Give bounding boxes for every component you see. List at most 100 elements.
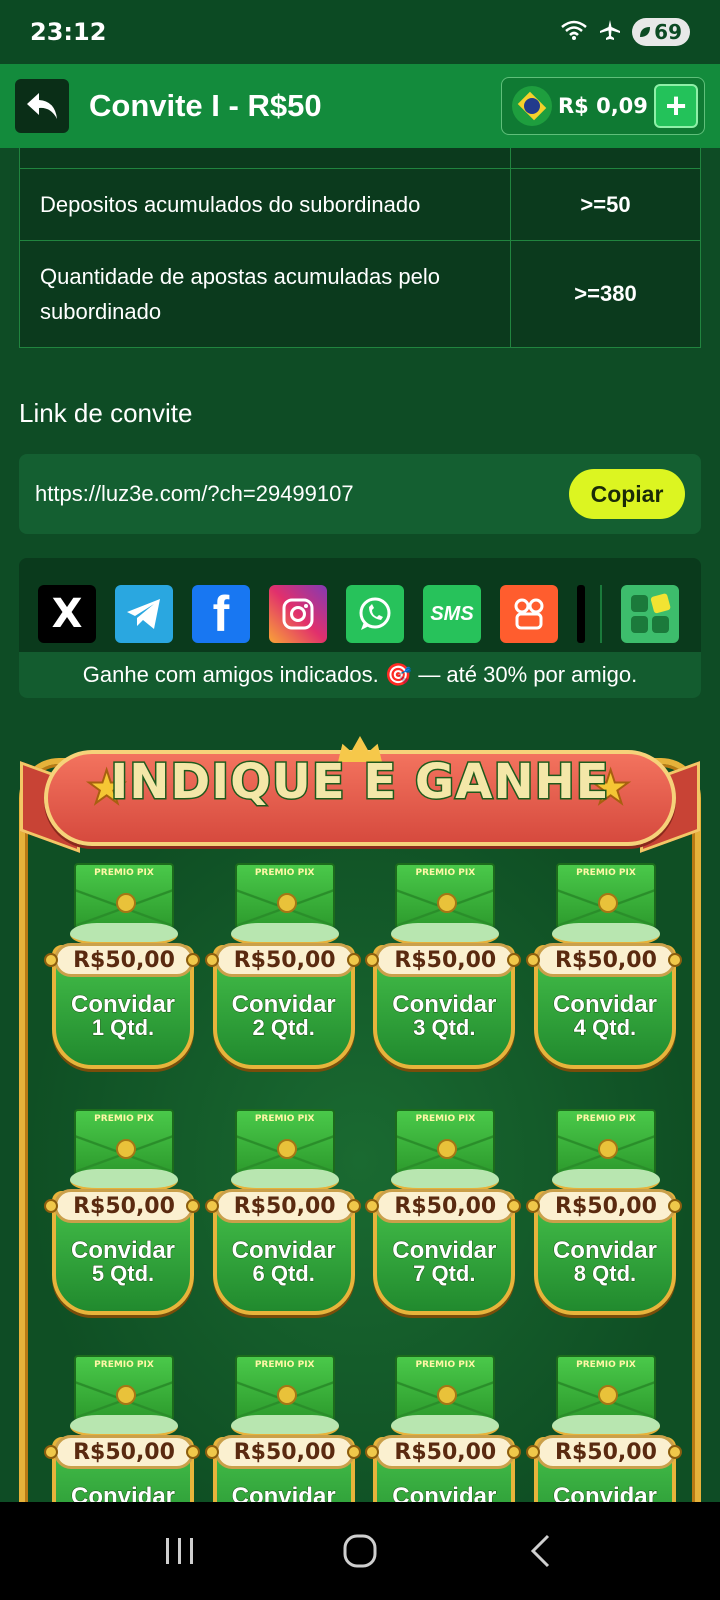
- sms-icon[interactable]: SMS: [423, 585, 481, 643]
- pix-envelope-icon: PREMIO PIX: [234, 863, 335, 929]
- requirement-value: >=380: [510, 240, 701, 348]
- status-time: 23:12: [30, 18, 107, 46]
- kwai-icon[interactable]: [500, 585, 558, 643]
- whatsapp-icon[interactable]: [346, 585, 404, 643]
- pix-envelope-icon: PREMIO PIX: [395, 1355, 496, 1421]
- reward-card[interactable]: PREMIO PIX R$50,00 Convidar 7 Qtd.: [365, 1109, 522, 1319]
- reward-card[interactable]: PREMIO PIX R$50,00 Convidar 4 Qtd.: [525, 863, 682, 1073]
- envelope-label: PREMIO PIX: [576, 1114, 636, 1124]
- pix-envelope-icon: PREMIO PIX: [555, 863, 656, 929]
- pix-envelope-icon: PREMIO PIX: [555, 1355, 656, 1421]
- telegram-icon[interactable]: [115, 585, 173, 643]
- envelope-label: PREMIO PIX: [415, 1114, 476, 1124]
- reward-quantity: 8 Qtd.: [573, 1261, 637, 1287]
- home-button[interactable]: [330, 1521, 390, 1581]
- share-panel: X f SMS Ganhe com amigos indicados. 🎯 — …: [19, 558, 701, 698]
- envelope-label: PREMIO PIX: [576, 1360, 636, 1370]
- more-apps-icon[interactable]: [621, 585, 679, 643]
- pix-envelope-icon: PREMIO PIX: [395, 863, 496, 929]
- pix-envelope-icon: PREMIO PIX: [234, 1109, 335, 1175]
- facebook-icon[interactable]: f: [192, 585, 250, 643]
- invite-url[interactable]: https://luz3e.com/?ch=29499107: [35, 481, 354, 507]
- back-button[interactable]: [15, 79, 69, 133]
- pix-envelope-icon: PREMIO PIX: [555, 1109, 656, 1175]
- recent-apps-button[interactable]: [150, 1521, 210, 1581]
- envelope-label: PREMIO PIX: [94, 1360, 154, 1370]
- deposit-plus-button[interactable]: +: [654, 84, 698, 128]
- reward-price: R$50,00: [375, 1189, 516, 1223]
- invite-link-box: https://luz3e.com/?ch=29499107 Copiar: [19, 454, 701, 534]
- banner-title: INDIQUE E GANHE: [109, 753, 610, 812]
- pix-envelope-icon: PREMIO PIX: [74, 1109, 174, 1175]
- share-icons-row[interactable]: X f SMS: [19, 558, 701, 652]
- tiktok-icon[interactable]: [577, 585, 585, 643]
- reward-card[interactable]: PREMIO PIX R$50,00 Convidar: [44, 1355, 200, 1503]
- page-title: Convite I - R$50: [89, 88, 322, 123]
- table-row: [19, 148, 701, 169]
- envelope-label: PREMIO PIX: [254, 1360, 315, 1370]
- balance-widget[interactable]: R$ 0,09 +: [501, 77, 705, 135]
- leaf-icon: [640, 27, 651, 37]
- brazil-flag-icon: [512, 86, 552, 126]
- reward-quantity: 6 Qtd.: [252, 1261, 315, 1287]
- clover-seal-icon: [597, 1139, 618, 1159]
- reward-price: R$50,00: [54, 1435, 194, 1469]
- reward-price: R$50,00: [375, 1435, 516, 1469]
- system-navigation-bar: [0, 1502, 720, 1600]
- clover-seal-icon: [276, 1385, 297, 1405]
- envelope-label: PREMIO PIX: [415, 868, 476, 878]
- envelope-label: PREMIO PIX: [254, 868, 315, 878]
- reward-action: Convidar: [70, 1483, 175, 1503]
- reward-action: Convidar: [392, 1483, 497, 1503]
- reward-card[interactable]: PREMIO PIX R$50,00 Convidar: [204, 1355, 361, 1503]
- pix-envelope-icon: PREMIO PIX: [395, 1109, 496, 1175]
- table-row: Quantidade de apostas acumuladas pelo su…: [19, 240, 701, 348]
- reward-action: Convidar: [231, 1483, 336, 1503]
- requirement-value: >=50: [510, 168, 701, 241]
- promo-banner-ribbon: ★ ★ INDIQUE E GANHE: [0, 736, 720, 862]
- reward-quantity: 1 Qtd.: [91, 1015, 155, 1041]
- reward-quantity: 3 Qtd.: [413, 1015, 476, 1041]
- reward-price: R$50,00: [54, 1189, 194, 1223]
- reward-card[interactable]: PREMIO PIX R$50,00 Convidar 5 Qtd.: [44, 1109, 200, 1319]
- chevron-left-icon: [530, 1534, 550, 1568]
- reward-card[interactable]: PREMIO PIX R$50,00 Convidar 3 Qtd.: [365, 863, 522, 1073]
- reward-price: R$50,00: [54, 943, 194, 977]
- copy-button[interactable]: Copiar: [569, 469, 685, 519]
- status-bar: 23:12 69: [0, 0, 720, 64]
- envelope-label: PREMIO PIX: [94, 868, 154, 878]
- reward-price: R$50,00: [375, 943, 516, 977]
- pix-envelope-icon: PREMIO PIX: [234, 1355, 335, 1421]
- reward-grid: PREMIO PIX R$50,00 Convidar 1 Qtd. PREMIO PI…: [44, 863, 682, 1503]
- wifi-icon: [560, 19, 588, 46]
- clover-seal-icon: [437, 893, 458, 913]
- requirement-label: Quantidade de apostas acumuladas pelo su…: [19, 240, 511, 348]
- home-icon: [343, 1534, 377, 1568]
- reward-quantity: 2 Qtd.: [252, 1015, 315, 1041]
- invite-link-label: Link de convite: [19, 398, 193, 428]
- reward-card[interactable]: PREMIO PIX R$50,00 Convidar 6 Qtd.: [204, 1109, 361, 1319]
- clover-seal-icon: [116, 1139, 136, 1159]
- reward-price: R$50,00: [535, 1435, 676, 1469]
- envelope-label: PREMIO PIX: [254, 1114, 315, 1124]
- envelope-label: PREMIO PIX: [94, 1114, 154, 1124]
- main-content: Depositos acumulados do subordinado >=50…: [0, 148, 720, 1502]
- reward-card[interactable]: PREMIO PIX R$50,00 Convidar: [525, 1355, 682, 1502]
- reward-price: R$50,00: [214, 1435, 355, 1469]
- app-header: Convite I - R$50 R$ 0,09 +: [0, 64, 720, 148]
- instagram-icon[interactable]: [269, 585, 327, 643]
- battery-level: 69: [654, 20, 682, 44]
- pix-envelope-icon: PREMIO PIX: [74, 1355, 174, 1421]
- x-icon[interactable]: X: [38, 585, 96, 643]
- clover-seal-icon: [437, 1139, 458, 1159]
- table-row: Depositos acumulados do subordinado >=50: [19, 168, 701, 241]
- reward-card[interactable]: PREMIO PIX R$50,00 Convidar: [365, 1355, 522, 1503]
- reward-card[interactable]: PREMIO PIX R$50,00 Convidar 2 Qtd.: [204, 863, 361, 1073]
- reward-card[interactable]: PREMIO PIX R$50,00 Convidar 1 Qtd.: [44, 863, 200, 1073]
- reward-price: R$50,00: [535, 943, 676, 977]
- envelope-label: PREMIO PIX: [576, 868, 636, 878]
- back-nav-button[interactable]: [510, 1521, 570, 1581]
- reward-price: R$50,00: [214, 943, 355, 977]
- reward-card[interactable]: PREMIO PIX R$50,00 Convidar 8 Qtd.: [525, 1109, 682, 1319]
- balance-amount: R$ 0,09: [558, 94, 648, 118]
